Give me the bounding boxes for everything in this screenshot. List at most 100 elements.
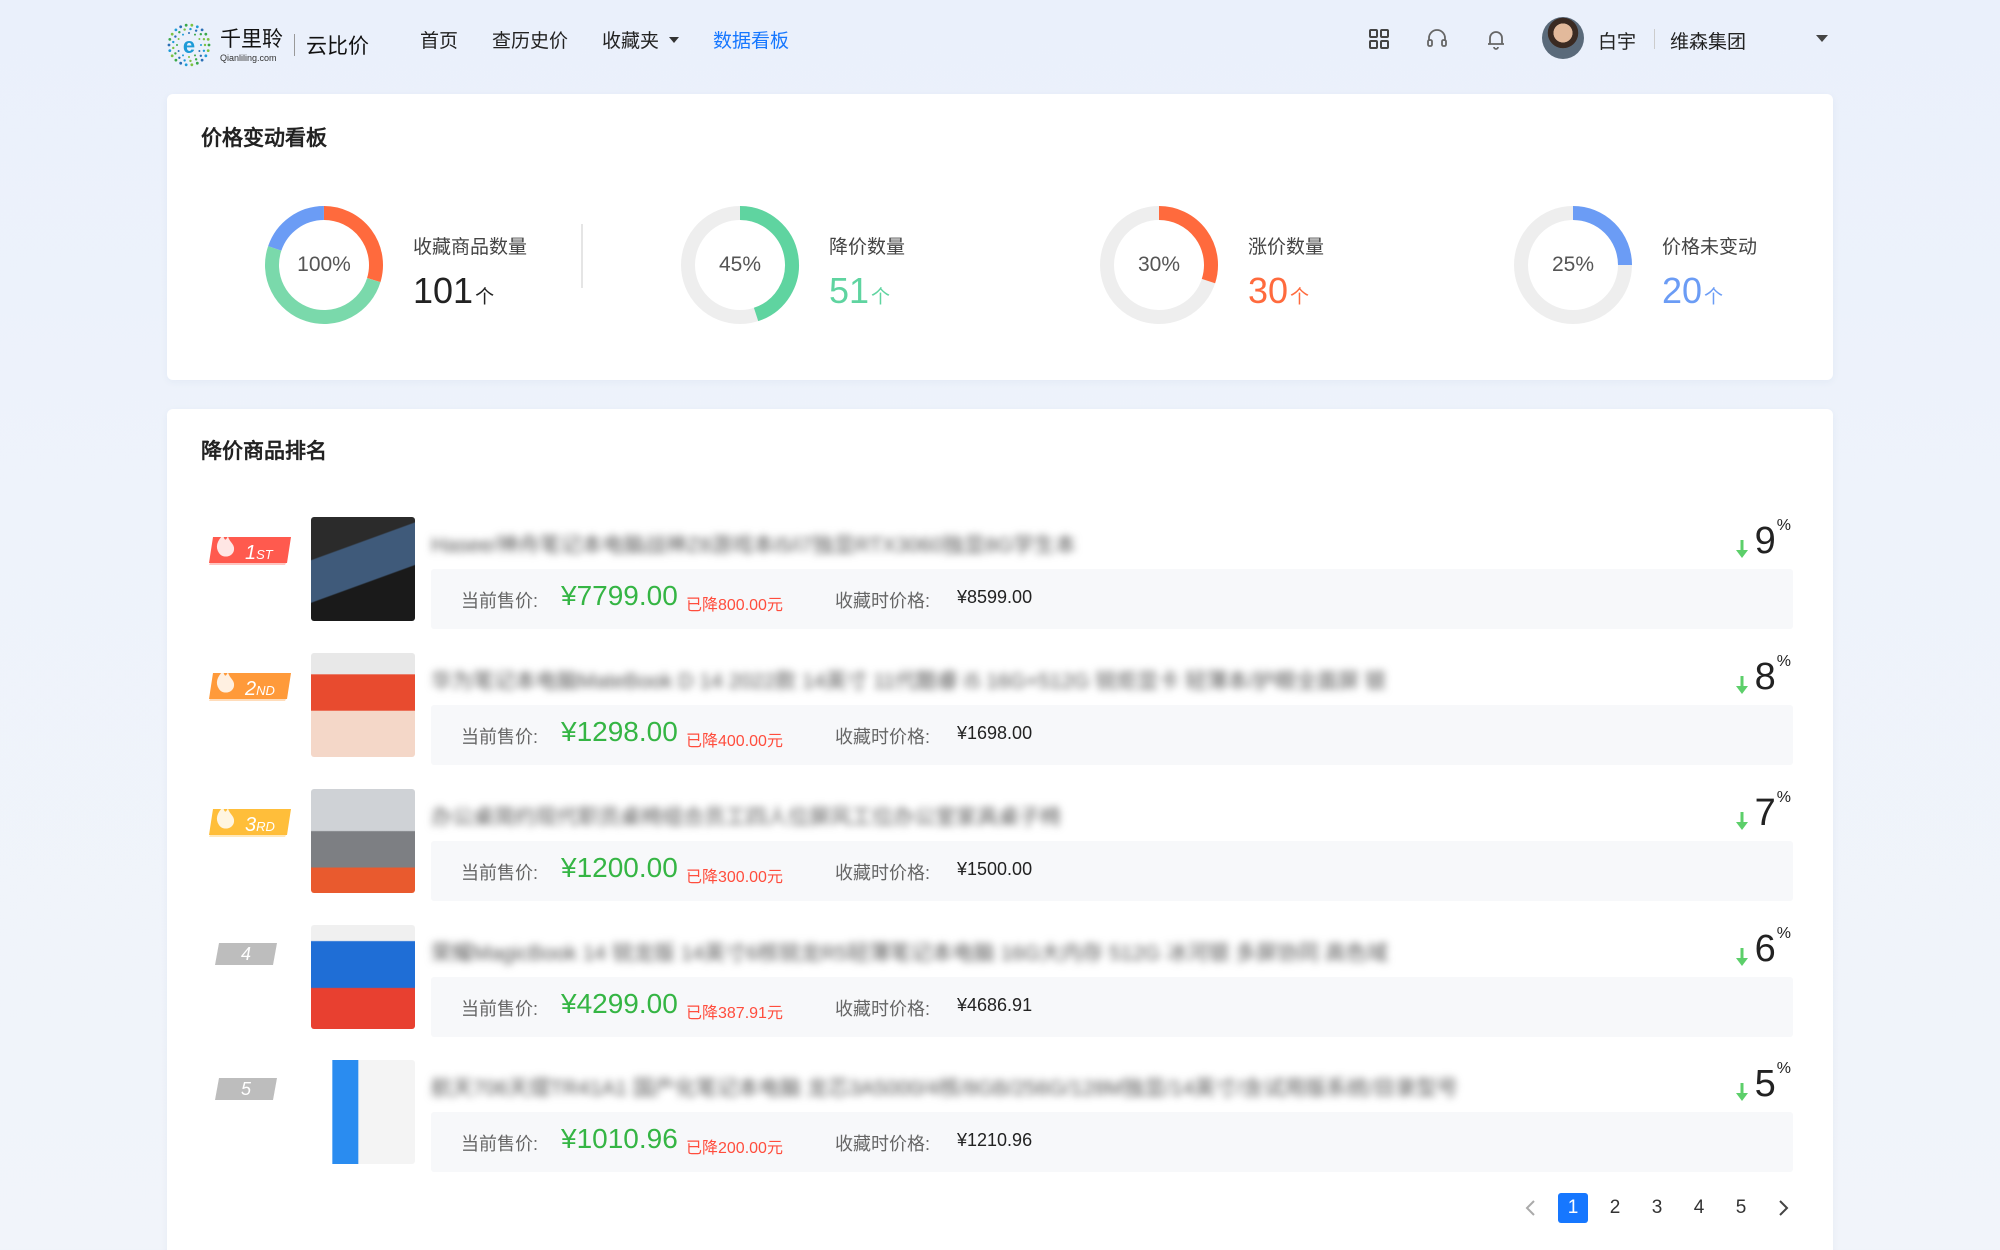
logo-dot — [200, 58, 204, 62]
stat-label: 涨价数量 — [1248, 237, 1325, 258]
nav-price-history[interactable]: 查历史价 — [492, 26, 568, 53]
logo-dot — [178, 31, 181, 34]
price-drop-ranking: 降价商品排名 1ST Hasee/神舟笔记本电脑战神Z8游戏本i5/i7独显RTX… — [167, 409, 1833, 1250]
nav-favorites[interactable]: 收藏夹 — [602, 26, 680, 53]
logo-dot — [200, 44, 202, 46]
user-avatar[interactable] — [1542, 17, 1584, 59]
page-button-4[interactable]: 4 — [1684, 1193, 1714, 1223]
product-title[interactable]: Hasee/神舟笔记本电脑战神Z8游戏本i5/i7独显RTX3060独显8G学生… — [431, 529, 1076, 559]
logo-dot — [177, 38, 180, 40]
nav-dashboard[interactable]: 数据看板 — [713, 26, 789, 53]
current-price: ¥1010.96 — [561, 1123, 678, 1154]
brand-product-name: 云比价 — [306, 35, 369, 58]
current-price-label: 当前售价: — [461, 591, 539, 611]
rank-badge-icon: 2ND — [209, 671, 291, 701]
organization-name[interactable]: 维森集团 — [1670, 27, 1746, 54]
apps-grid-icon[interactable] — [1367, 27, 1391, 51]
logo-dot — [179, 25, 183, 29]
logo-dot — [178, 56, 181, 59]
price-info-box: 当前售价: ¥1298.00 已降400.00元 收藏时价格: ¥1698.00 — [431, 705, 1793, 765]
price-drop-amount: 已降200.00元 — [686, 1140, 783, 1157]
product-thumbnail[interactable] — [311, 789, 415, 893]
current-price-label: 当前售价: — [461, 863, 539, 883]
favorite-price: ¥1500.00 — [957, 859, 1033, 879]
rank-number: 4 — [241, 944, 251, 964]
org-dropdown-chevron-icon[interactable] — [1816, 35, 1828, 42]
price-info-box: 当前售价: ¥1200.00 已降300.00元 收藏时价格: ¥1500.00 — [431, 841, 1793, 901]
drop-percent-value: 7 — [1754, 792, 1776, 834]
price-drop-amount: 已降800.00元 — [686, 597, 783, 614]
favorite-price: ¥4686.91 — [957, 995, 1033, 1015]
user-org-separator — [1654, 29, 1655, 49]
favorite-price-label: 收藏时价格: — [835, 727, 931, 747]
logo-dot — [202, 38, 206, 41]
product-title[interactable]: 华为笔记本电脑MateBook D 14 2022款 14英寸 11代酷睿 i5… — [431, 665, 1386, 695]
logo-dot — [174, 58, 178, 62]
logo-dot — [199, 54, 203, 57]
logo-dot — [190, 23, 194, 27]
ranking-row[interactable]: 3RD 办公桌简约现代职员桌椅组合员工四人位屏风工位办公室家具桌子椅 当前售价: ¥1… — [207, 789, 1793, 909]
ranking-row[interactable]: 2ND 华为笔记本电脑MateBook D 14 2022款 14英寸 11代酷睿… — [207, 653, 1793, 773]
product-thumbnail[interactable] — [311, 1060, 415, 1164]
ranking-row[interactable]: 1ST Hasee/神舟笔记本电脑战神Z8游戏本i5/i7独显RTX3060独显8… — [207, 517, 1793, 637]
logo-dot — [167, 43, 171, 47]
pagination: 1 2 3 4 5 — [1516, 1193, 1810, 1223]
ranking-row[interactable]: 4 荣耀MagicBook 14 锐龙版 14英寸6核锐龙R5轻薄笔记本电脑 16… — [207, 925, 1793, 1045]
percent-sign: % — [1776, 517, 1791, 534]
logo-dot — [177, 50, 180, 52]
chevron-right-icon — [1779, 1200, 1789, 1216]
page-button-3[interactable]: 3 — [1642, 1193, 1672, 1223]
logo-dot — [195, 25, 199, 29]
page-button-1[interactable]: 1 — [1558, 1193, 1588, 1223]
price-change-board: 价格变动看板 100% 收藏商品数量 101 个 45% 降价数量 51 个 30%… — [167, 94, 1833, 380]
brand-domain: Qianliling.com — [220, 53, 277, 63]
product-title[interactable]: 荣耀MagicBook 14 锐龙版 14英寸6核锐龙R5轻薄笔记本电脑 16G… — [431, 937, 1388, 967]
arrow-down-icon — [1735, 1083, 1748, 1101]
donut-percent-label: 25% — [1551, 253, 1595, 276]
brand-separator — [294, 34, 295, 56]
page-button-2[interactable]: 2 — [1600, 1193, 1630, 1223]
next-page-button[interactable] — [1768, 1193, 1798, 1223]
logo-dot — [183, 59, 186, 62]
percent-sign: % — [1776, 925, 1791, 942]
logo-dot — [183, 28, 186, 31]
percent-sign: % — [1776, 653, 1791, 670]
logo-dot — [174, 52, 177, 55]
product-title[interactable]: 航天706天熠TR41A1 国产化笔记本电脑 龙芯3A5000/4核/8GB/2… — [431, 1072, 1458, 1102]
drop-percent: 6% — [1735, 925, 1791, 971]
logo-dot — [179, 61, 183, 65]
logo-dot — [189, 59, 192, 63]
bell-icon[interactable] — [1484, 27, 1508, 51]
percent-sign: % — [1776, 789, 1791, 806]
logo-dot — [176, 44, 178, 46]
product-thumbnail[interactable] — [311, 517, 415, 621]
logo-dot — [204, 32, 208, 36]
price-info-box: 当前售价: ¥7799.00 已降800.00元 收藏时价格: ¥8599.00 — [431, 569, 1793, 629]
page-button-5[interactable]: 5 — [1726, 1193, 1756, 1223]
drop-percent-value: 8 — [1754, 656, 1776, 698]
favorite-price-label: 收藏时价格: — [835, 863, 931, 883]
logo-dot — [203, 43, 207, 47]
stat-label: 收藏商品数量 — [413, 237, 528, 258]
drop-percent: 7% — [1735, 789, 1791, 835]
product-title[interactable]: 办公桌简约现代职员桌椅组合员工四人位屏风工位办公室家具桌子椅 — [431, 801, 1061, 831]
logo-dot — [198, 50, 201, 52]
logo-dot — [206, 49, 210, 53]
nav-home[interactable]: 首页 — [420, 26, 458, 53]
user-name[interactable]: 白宇 — [1598, 27, 1636, 54]
product-thumbnail[interactable] — [311, 925, 415, 1029]
favorite-price-label: 收藏时价格: — [835, 1134, 931, 1154]
logo-dot — [170, 32, 174, 36]
prev-page-button[interactable] — [1516, 1193, 1546, 1223]
svg-text:e: e — [183, 33, 195, 58]
logo-dot — [206, 37, 210, 41]
donut-percent-label: 100% — [297, 253, 351, 276]
current-price: ¥7799.00 — [561, 580, 678, 611]
ranking-row[interactable]: 5 航天706天熠TR41A1 国产化笔记本电脑 龙芯3A5000/4核/8GB/… — [207, 1060, 1793, 1180]
logo-dot — [174, 35, 177, 38]
brand-logo[interactable]: e 千里聆 Qianliling.com 云比价 — [166, 22, 369, 68]
headset-icon[interactable] — [1425, 27, 1449, 51]
drop-percent: 9% — [1735, 517, 1791, 563]
logo-dot — [190, 63, 194, 67]
product-thumbnail[interactable] — [311, 653, 415, 757]
